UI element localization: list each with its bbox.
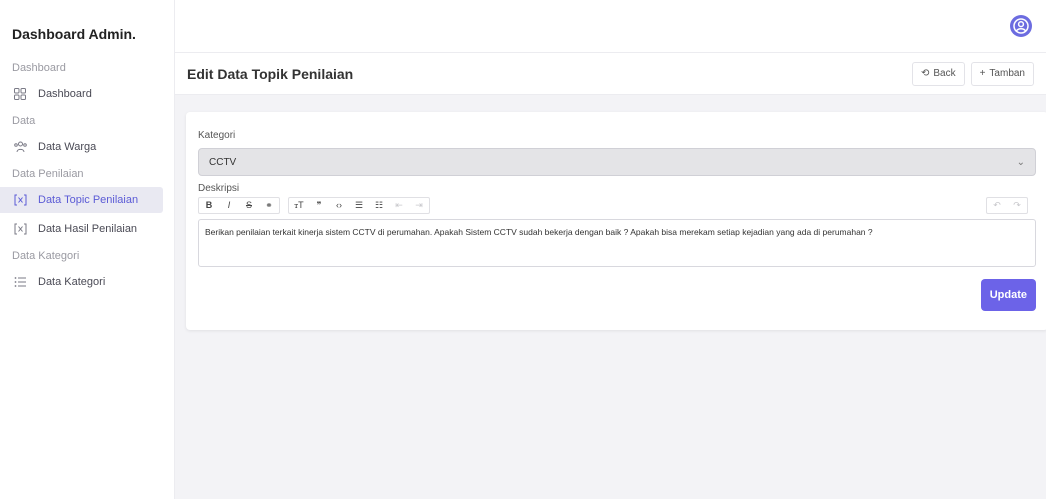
main-content: Edit Data Topik Penilaian ⟲ Back + Tamba…: [175, 0, 1046, 499]
toolbar-group-block: ꭲT ❞ ‹› ☰ ☷ ⇤ ⇥: [288, 196, 430, 214]
numbered-list-button[interactable]: ☷: [369, 198, 389, 213]
code-button[interactable]: ‹›: [329, 198, 349, 213]
header-actions: ⟲ Back + Tamban: [911, 61, 1034, 86]
quote-button[interactable]: ❞: [309, 198, 329, 213]
deskripsi-label: Deskripsi: [198, 183, 240, 194]
sidebar-nav: Dashboard Dashboard Data Data Warga Data…: [0, 58, 174, 295]
add-button[interactable]: + Tamban: [970, 61, 1034, 86]
kategori-select[interactable]: CCTV ⌄: [198, 148, 1036, 176]
section-title-data-penilaian: Data Penilaian: [12, 168, 84, 180]
link-button[interactable]: ⚭: [259, 198, 279, 213]
grid-icon: [12, 86, 28, 102]
sidebar-item-label: Data Kategori: [38, 276, 106, 288]
section-title-data-kategori: Data Kategori: [12, 250, 80, 262]
bracket-x-icon: [12, 221, 28, 237]
bracket-x-icon: [12, 192, 28, 208]
plus-icon: +: [979, 68, 986, 79]
bullet-list-button[interactable]: ☰: [349, 198, 369, 213]
decrease-indent-button[interactable]: ⇤: [389, 198, 409, 213]
page-title: Edit Data Topik Penilaian: [187, 65, 354, 82]
sidebar-item-label: Data Warga: [38, 141, 97, 153]
back-icon: ⟲: [920, 68, 930, 79]
brand-title: Dashboard Admin.: [12, 26, 136, 42]
topbar: [175, 0, 1046, 53]
heading-button[interactable]: ꭲT: [289, 198, 309, 213]
users-icon: [12, 139, 28, 155]
increase-indent-button[interactable]: ⇥: [409, 198, 429, 213]
undo-button[interactable]: ↶: [987, 198, 1007, 213]
sidebar-item-label: Data Hasil Penilaian: [38, 223, 138, 235]
update-button[interactable]: Update: [980, 279, 1036, 311]
sidebar-item-dashboard[interactable]: Dashboard: [0, 81, 174, 107]
sidebar-item-data-hasil-penilaian[interactable]: Data Hasil Penilaian: [0, 216, 174, 242]
app-root: Dashboard Admin. Dashboard Dashboard Dat…: [0, 0, 1046, 499]
back-button-label: Back: [933, 68, 956, 79]
kategori-select-value: CCTV: [209, 156, 237, 168]
toolbar-group-history: ↶ ↷: [986, 196, 1028, 214]
user-icon: [1013, 18, 1029, 34]
back-button[interactable]: ⟲ Back: [911, 61, 965, 86]
sidebar: Dashboard Admin. Dashboard Dashboard Dat…: [0, 0, 175, 499]
page-header: Edit Data Topik Penilaian ⟲ Back + Tamba…: [175, 53, 1046, 95]
sidebar-item-data-warga[interactable]: Data Warga: [0, 134, 174, 160]
section-title-data: Data: [12, 115, 36, 127]
deskripsi-editor[interactable]: Berikan penilaian terkait kinerja sistem…: [198, 219, 1036, 267]
redo-button[interactable]: ↷: [1007, 198, 1027, 213]
user-avatar[interactable]: [1010, 15, 1032, 37]
toolbar-left: B I S ⚭ ꭲT ❞ ‹› ☰ ☷ ⇤ ⇥: [198, 196, 438, 214]
section-title-dashboard: Dashboard: [12, 62, 66, 74]
card-footer: Update: [198, 279, 1036, 311]
list-icon: [12, 274, 28, 290]
sidebar-item-data-topic-penilaian[interactable]: Data Topic Penilaian: [0, 187, 163, 213]
editor-toolbar: B I S ⚭ ꭲT ❞ ‹› ☰ ☷ ⇤ ⇥ ↶ ↷: [198, 196, 1036, 214]
kategori-label: Kategori: [198, 130, 236, 141]
sidebar-item-label: Data Topic Penilaian: [38, 194, 139, 206]
toolbar-group-format: B I S ⚭: [198, 196, 280, 214]
chevron-down-icon: ⌄: [1016, 156, 1025, 168]
edit-form-card: Kategori CCTV ⌄ Deskripsi B I S ⚭ ꭲT ❞ ‹…: [186, 112, 1046, 330]
bold-button[interactable]: B: [199, 198, 219, 213]
add-button-label: Tamban: [989, 68, 1025, 79]
sidebar-item-data-kategori[interactable]: Data Kategori: [0, 269, 174, 295]
sidebar-item-label: Dashboard: [38, 88, 92, 100]
italic-button[interactable]: I: [219, 198, 239, 213]
strikethrough-button[interactable]: S: [239, 198, 259, 213]
